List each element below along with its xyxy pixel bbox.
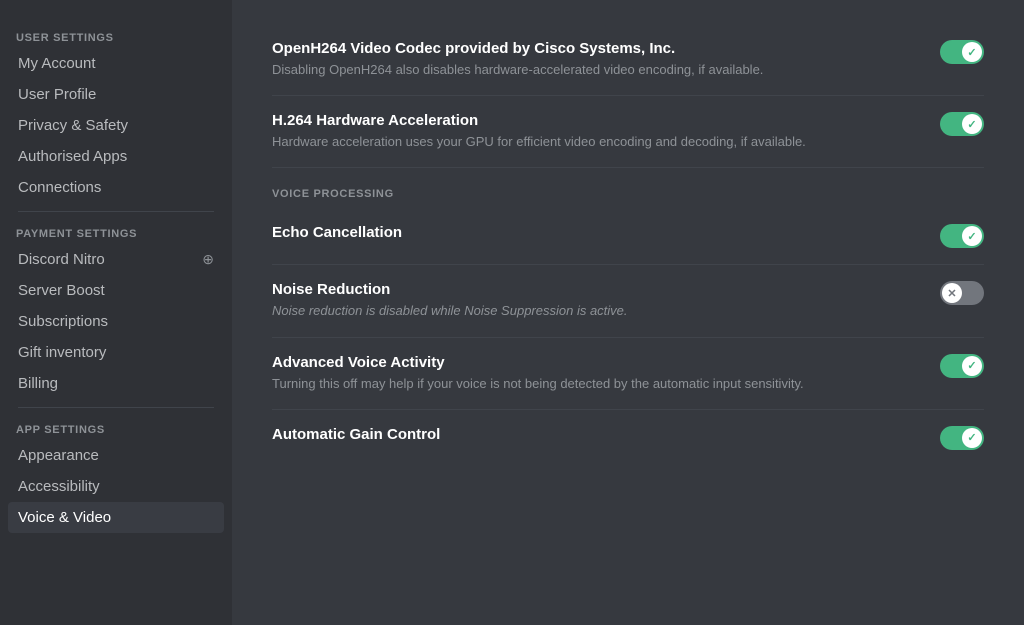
sidebar-item-label: Server Boost (18, 282, 105, 299)
sidebar-item-accessibility[interactable]: Accessibility (8, 471, 224, 502)
check-icon: ✓ (967, 431, 976, 444)
setting-row: Echo Cancellation ✓ (272, 208, 984, 265)
toggle-knob: ✓ (962, 226, 982, 246)
sidebar-item-label: Connections (18, 179, 101, 196)
setting-title: Advanced Voice Activity (272, 354, 916, 371)
setting-title: OpenH264 Video Codec provided by Cisco S… (272, 40, 916, 57)
toggle-switch[interactable]: ✓ (940, 112, 984, 136)
check-icon: ✓ (967, 46, 976, 59)
sidebar-item-discord-nitro[interactable]: Discord Nitro ⊕ (8, 244, 224, 275)
sidebar-item-label: Authorised Apps (18, 148, 127, 165)
sidebar: USER SETTINGS My Account User Profile Pr… (0, 0, 232, 625)
setting-title: Automatic Gain Control (272, 426, 916, 443)
toggle-switch[interactable]: ✕ (940, 281, 984, 305)
sidebar-item-voice-video[interactable]: Voice & Video (8, 502, 224, 533)
setting-text: Automatic Gain Control (272, 426, 940, 447)
setting-text: Echo Cancellation (272, 224, 940, 245)
check-icon: ✓ (967, 230, 976, 243)
toggle-switch[interactable]: ✓ (940, 354, 984, 378)
sidebar-item-label: User Profile (18, 86, 96, 103)
payment-settings-label: PAYMENT SETTINGS (8, 220, 224, 244)
sidebar-item-label: Appearance (18, 447, 99, 464)
setting-row: OpenH264 Video Codec provided by Cisco S… (272, 24, 984, 96)
setting-title: Noise Reduction (272, 281, 916, 298)
setting-desc: Hardware acceleration uses your GPU for … (272, 133, 916, 151)
sidebar-item-label: Billing (18, 375, 58, 392)
x-icon: ✕ (947, 287, 956, 300)
toggle-switch[interactable]: ✓ (940, 224, 984, 248)
app-settings-label: APP SETTINGS (8, 416, 224, 440)
sidebar-item-user-profile[interactable]: User Profile (8, 79, 224, 110)
sidebar-item-authorised-apps[interactable]: Authorised Apps (8, 141, 224, 172)
setting-text: H.264 Hardware Acceleration Hardware acce… (272, 112, 940, 151)
setting-row: Noise Reduction Noise reduction is disabl… (272, 265, 984, 337)
toggle-knob: ✓ (962, 114, 982, 134)
sidebar-item-label: Privacy & Safety (18, 117, 128, 134)
sidebar-item-subscriptions[interactable]: Subscriptions (8, 306, 224, 337)
setting-row: H.264 Hardware Acceleration Hardware acce… (272, 96, 984, 168)
sidebar-item-appearance[interactable]: Appearance (8, 440, 224, 471)
sidebar-item-connections[interactable]: Connections (8, 172, 224, 203)
check-icon: ✓ (967, 359, 976, 372)
setting-text: Noise Reduction Noise reduction is disabl… (272, 281, 940, 320)
sidebar-item-label: Gift inventory (18, 344, 106, 361)
toggle-switch[interactable]: ✓ (940, 40, 984, 64)
setting-title: H.264 Hardware Acceleration (272, 112, 916, 129)
toggle-knob: ✓ (962, 42, 982, 62)
setting-desc: Noise reduction is disabled while Noise … (272, 302, 916, 320)
sidebar-item-label: Voice & Video (18, 509, 111, 526)
toggle-knob: ✓ (962, 356, 982, 376)
sidebar-item-gift-inventory[interactable]: Gift inventory (8, 337, 224, 368)
sidebar-item-label: Accessibility (18, 478, 100, 495)
toggle-knob: ✕ (942, 283, 962, 303)
nitro-icon: ⊕ (202, 251, 214, 268)
setting-row: Automatic Gain Control ✓ (272, 410, 984, 466)
sidebar-item-label: Subscriptions (18, 313, 108, 330)
user-settings-label: USER SETTINGS (8, 24, 224, 48)
sidebar-item-server-boost[interactable]: Server Boost (8, 275, 224, 306)
sidebar-divider-1 (18, 211, 214, 212)
sidebar-item-my-account[interactable]: My Account (8, 48, 224, 79)
sidebar-item-privacy-safety[interactable]: Privacy & Safety (8, 110, 224, 141)
sidebar-item-label: My Account (18, 55, 96, 72)
toggle-knob: ✓ (962, 428, 982, 448)
sidebar-item-billing[interactable]: Billing (8, 368, 224, 399)
setting-desc: Disabling OpenH264 also disables hardwar… (272, 61, 916, 79)
setting-text: Advanced Voice Activity Turning this off … (272, 354, 940, 393)
main-content: OpenH264 Video Codec provided by Cisco S… (232, 0, 1024, 625)
sidebar-item-label: Discord Nitro (18, 251, 105, 268)
sidebar-divider-2 (18, 407, 214, 408)
setting-title: Echo Cancellation (272, 224, 916, 241)
check-icon: ✓ (967, 118, 976, 131)
setting-desc: Turning this off may help if your voice … (272, 375, 916, 393)
setting-row: Advanced Voice Activity Turning this off … (272, 338, 984, 410)
setting-text: OpenH264 Video Codec provided by Cisco S… (272, 40, 940, 79)
section-label-voice-processing: VOICE PROCESSING (272, 188, 984, 200)
toggle-switch[interactable]: ✓ (940, 426, 984, 450)
